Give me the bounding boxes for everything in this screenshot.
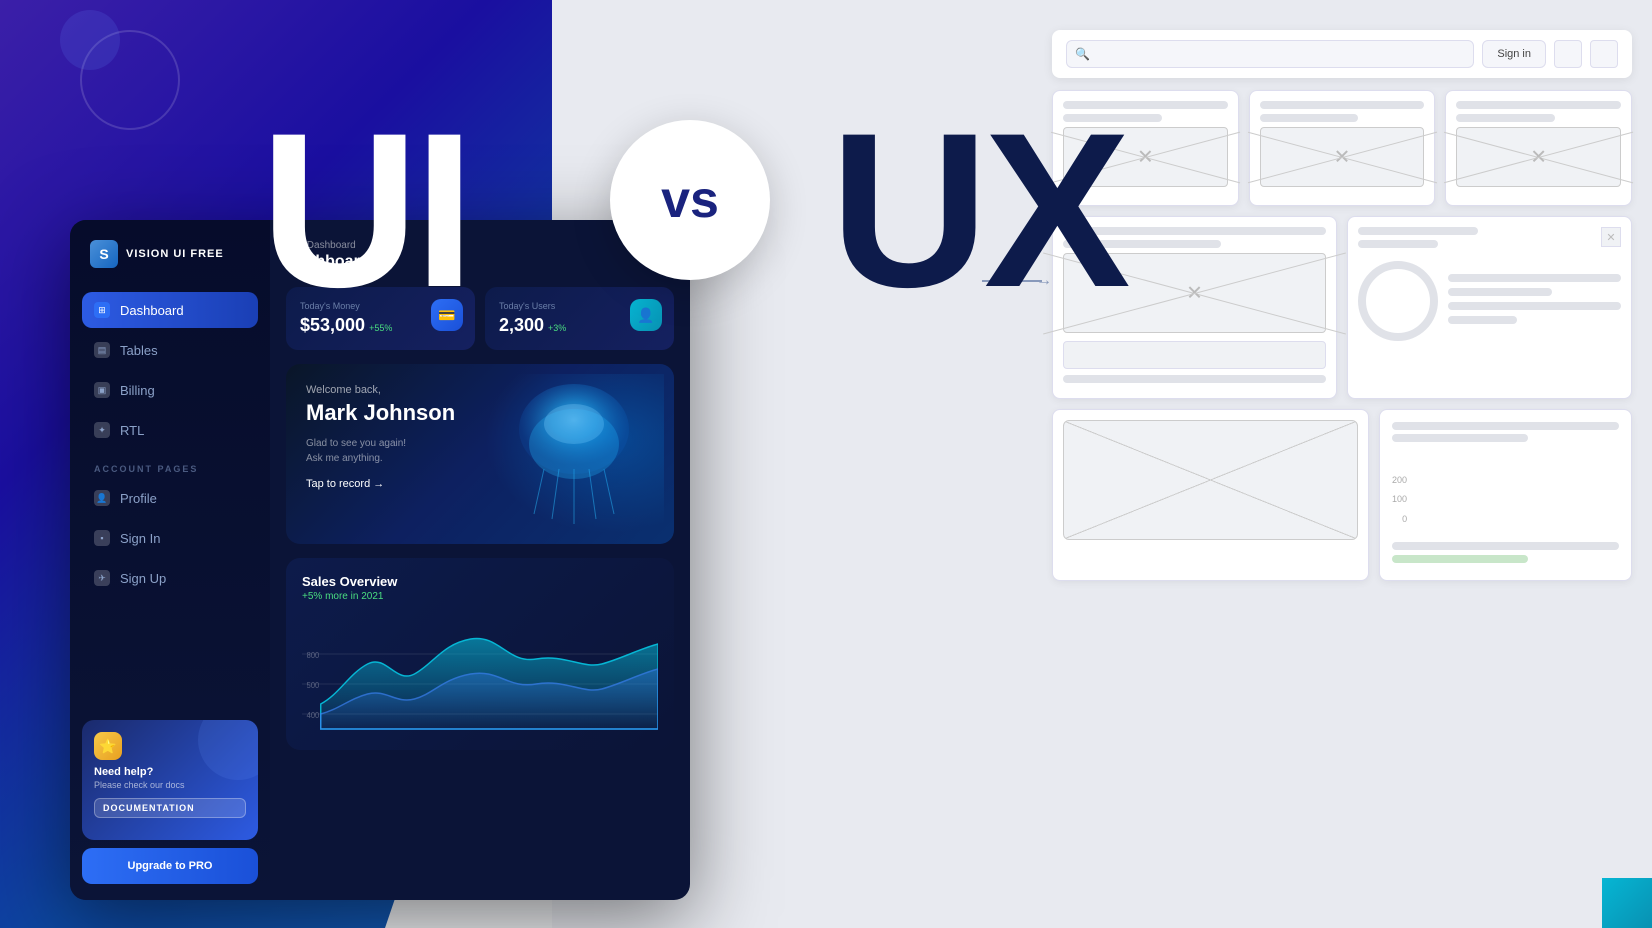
wf-active-users-change [1392, 555, 1528, 563]
help-star-icon: ⭐ [94, 732, 122, 760]
sales-title: Sales Overview [302, 574, 658, 589]
page-content: UI vs UX S VISION UI FREE ⊞ Dashboard ▤ … [0, 0, 1652, 928]
wf-x-mark-2 [1261, 128, 1424, 186]
wf-card-2 [1249, 90, 1436, 206]
help-card: ⭐ Need help? Please check our docs DOCUM… [82, 720, 258, 840]
sales-chart-svg: 800 500 400 [302, 614, 658, 734]
wf-middle-card-right: ✕ [1347, 216, 1632, 399]
sidebar: S VISION UI FREE ⊞ Dashboard ▤ Tables ▣ … [70, 220, 270, 900]
nav-icon-signup: ✈ [94, 570, 110, 586]
nav-item-billing[interactable]: ▣ Billing [82, 372, 258, 408]
nav-icon-billing: ▣ [94, 382, 110, 398]
jellyfish-glow [484, 374, 664, 534]
nav-item-signup[interactable]: ✈ Sign Up [82, 560, 258, 596]
wf-line [1260, 101, 1425, 109]
jellyfish-image [484, 374, 664, 534]
logo-text: VISION UI FREE [126, 248, 224, 260]
ui-heading: UI [260, 100, 470, 320]
wf-x-mark-3 [1457, 128, 1620, 186]
sales-overview-card: Sales Overview +5% more in 2021 [286, 558, 674, 750]
wf-square-btn-2[interactable] [1590, 40, 1618, 68]
wf-active-users-card: 200 100 0 [1379, 409, 1632, 581]
wf-square-btn-1[interactable] [1554, 40, 1582, 68]
wf-donut-chart [1358, 261, 1438, 341]
wf-signin-button[interactable]: Sign in [1482, 40, 1546, 68]
account-pages-label: ACCOUNT PAGES [82, 452, 258, 480]
svg-text:800: 800 [307, 651, 320, 660]
nav-label-rtl: RTL [120, 423, 144, 438]
help-docs-button[interactable]: DOCUMENTATION [94, 798, 246, 818]
wf-line [1456, 101, 1621, 109]
welcome-banner: Welcome back, Mark Johnson Glad to see y… [286, 364, 674, 544]
wireframe-mockup: 🔍 Sign in [1052, 30, 1632, 890]
wf-line [1358, 227, 1478, 235]
wf-active-users-title-line [1392, 422, 1619, 430]
stat-value-users: 2,300 [499, 315, 544, 336]
nav-label-tables: Tables [120, 343, 158, 358]
sales-chart: 800 500 400 [302, 614, 658, 734]
wf-top-cards-row [1052, 90, 1632, 206]
wf-bottom-card-left [1052, 409, 1369, 581]
wf-y-axis: 200 100 0 [1392, 471, 1411, 530]
nav-item-rtl[interactable]: ✦ RTL [82, 412, 258, 448]
wf-button-placeholder [1063, 341, 1326, 369]
wf-line [1448, 288, 1552, 296]
nav-label-signup: Sign Up [120, 571, 166, 586]
help-title: Need help? [94, 766, 246, 778]
wf-bar-chart [1417, 454, 1461, 534]
vs-label: vs [661, 170, 719, 230]
wf-image-3 [1456, 127, 1621, 187]
nav-item-dashboard[interactable]: ⊞ Dashboard [82, 292, 258, 328]
sales-subtitle: +5% more in 2021 [302, 591, 658, 602]
wf-search-icon: 🔍 [1075, 47, 1090, 61]
stat-icon-users: 👤 [630, 299, 662, 331]
stat-change-users: +3% [548, 323, 566, 333]
wf-line [1448, 302, 1621, 310]
wf-middle-row: ✕ [1052, 216, 1632, 399]
wf-line [1456, 114, 1555, 122]
wf-bottom-row: 200 100 0 [1052, 409, 1632, 581]
nav-icon-tables: ▤ [94, 342, 110, 358]
nav-item-tables[interactable]: ▤ Tables [82, 332, 258, 368]
ux-heading: UX [830, 100, 1126, 320]
help-subtitle: Please check our docs [94, 780, 246, 790]
wf-image-2 [1260, 127, 1425, 187]
wf-header: 🔍 Sign in [1052, 30, 1632, 78]
nav-label-signin: Sign In [120, 531, 160, 546]
nav-label-profile: Profile [120, 491, 157, 506]
nav-label-dashboard: Dashboard [120, 303, 184, 318]
wf-line [1448, 274, 1621, 282]
wf-big-image [1063, 420, 1358, 540]
nav-item-profile[interactable]: 👤 Profile [82, 480, 258, 516]
nav-icon-profile: 👤 [94, 490, 110, 506]
svg-text:400: 400 [307, 711, 320, 720]
wf-line [1448, 316, 1517, 324]
wf-search-bar[interactable]: 🔍 [1066, 40, 1474, 68]
svg-text:500: 500 [307, 681, 320, 690]
logo-icon: S [90, 240, 118, 268]
logo-area: S VISION UI FREE [82, 240, 258, 268]
vs-badge: vs [610, 120, 770, 280]
wf-active-users-label [1392, 542, 1619, 550]
nav-label-billing: Billing [120, 383, 155, 398]
wf-line [1260, 114, 1359, 122]
nav-icon-dashboard: ⊞ [94, 302, 110, 318]
upgrade-button[interactable]: Upgrade to PRO [82, 848, 258, 884]
wf-line [1358, 240, 1438, 248]
stat-card-users: Today's Users 2,300 +3% 👤 [485, 287, 674, 350]
nav-item-signin[interactable]: ▪ Sign In [82, 520, 258, 556]
wf-card-3 [1445, 90, 1632, 206]
nav-icon-rtl: ✦ [94, 422, 110, 438]
wf-line [1063, 375, 1326, 383]
nav-icon-signin: ▪ [94, 530, 110, 546]
wf-active-users-subtitle-line [1392, 434, 1528, 442]
